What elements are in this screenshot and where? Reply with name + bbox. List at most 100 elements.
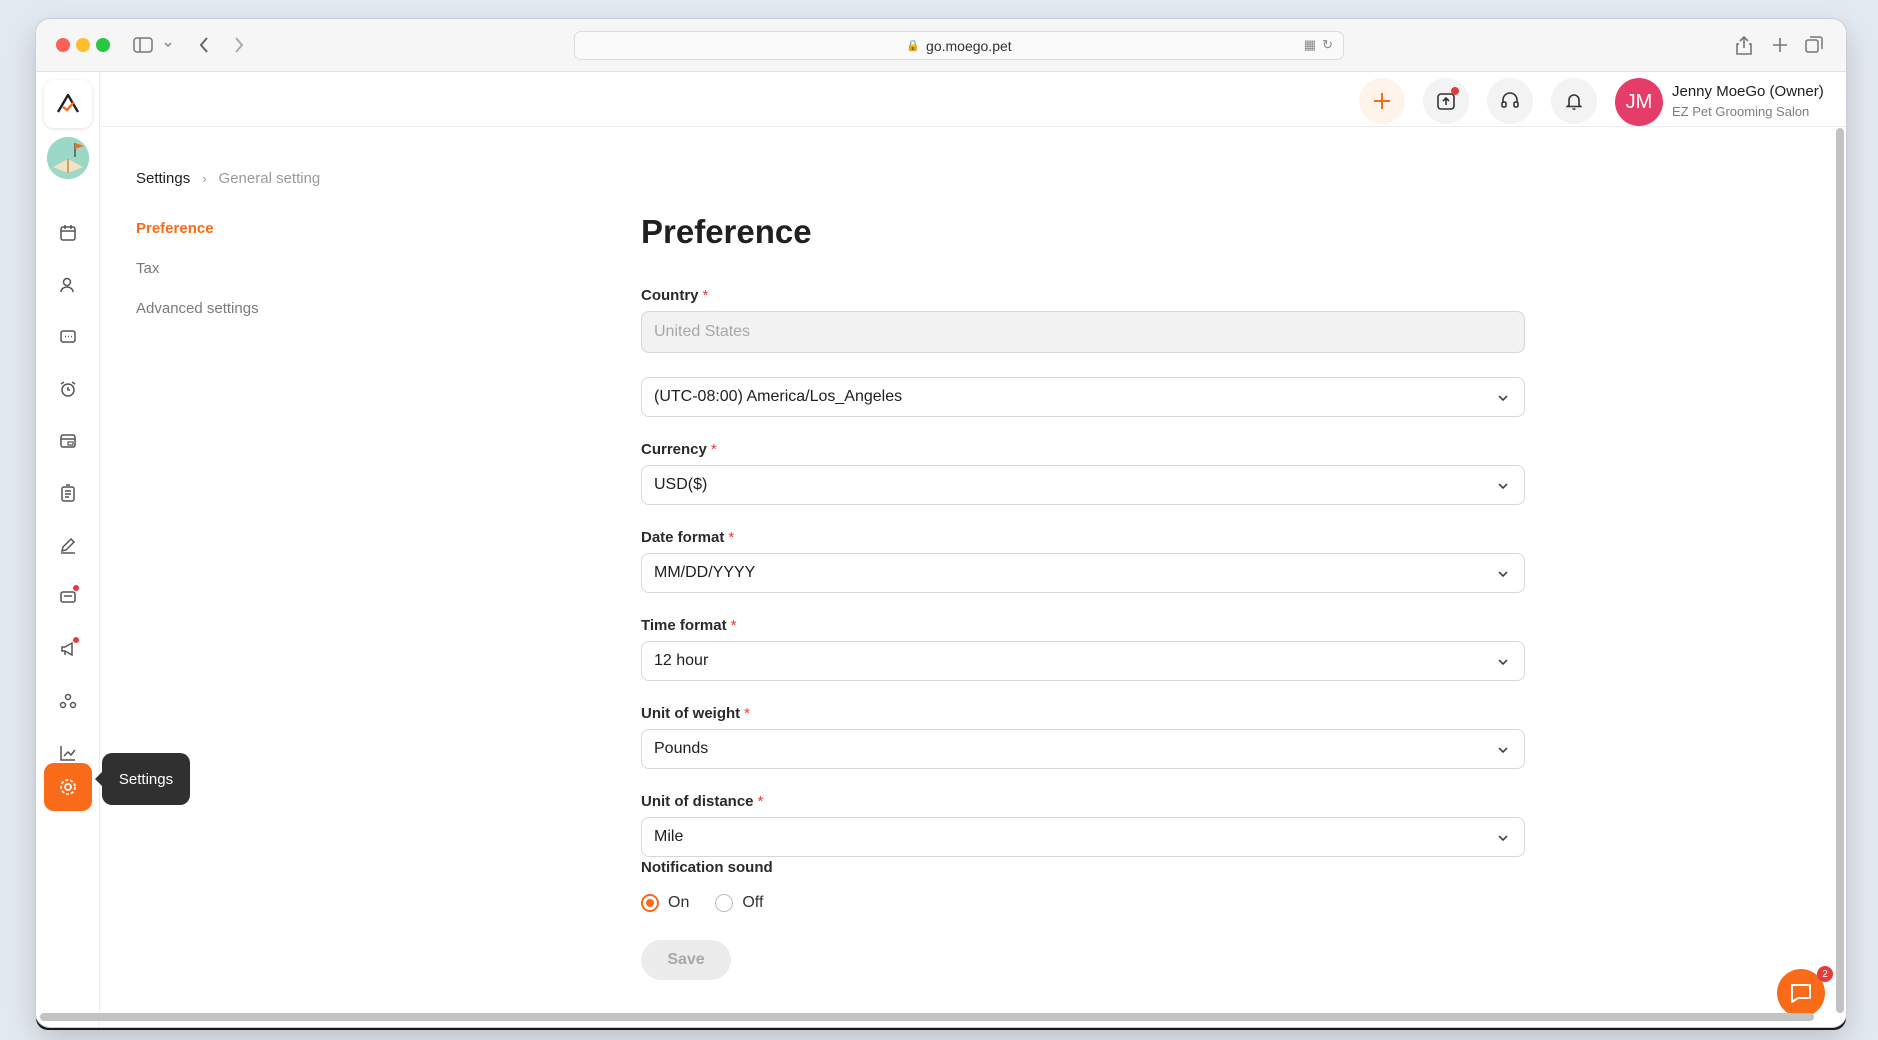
business-avatar[interactable] — [47, 137, 89, 179]
sound-off-label[interactable]: Off — [742, 894, 763, 912]
upload-button[interactable] — [1423, 78, 1469, 124]
breadcrumb-general-setting: General setting — [218, 170, 321, 187]
user-name[interactable]: Jenny MoeGo (Owner) — [1672, 83, 1824, 100]
notification-dot — [72, 636, 80, 644]
close-window-button[interactable] — [56, 38, 70, 52]
currency-value: USD($) — [654, 476, 708, 493]
back-icon[interactable] — [196, 33, 212, 57]
time-format-select[interactable]: 12 hour — [641, 641, 1525, 681]
required-marker: * — [744, 705, 750, 722]
chevron-down-icon — [1496, 390, 1510, 408]
chevron-down-icon — [1496, 478, 1510, 496]
time-format-label: Time format * — [641, 617, 736, 634]
messages-icon[interactable] — [48, 317, 88, 357]
timezone-select[interactable]: (UTC-08:00) America/Los_Angeles — [641, 377, 1525, 417]
chevron-down-icon — [1496, 830, 1510, 848]
currency-select[interactable]: USD($) — [641, 465, 1525, 505]
currency-label: Currency * — [641, 441, 717, 458]
subnav-item-preference[interactable]: Preference — [136, 209, 259, 249]
headset-icon — [1501, 92, 1519, 108]
calendar-icon[interactable] — [48, 213, 88, 253]
reports-clipboard-icon[interactable] — [48, 473, 88, 513]
time-format-value: 12 hour — [654, 652, 709, 669]
notifications-button[interactable] — [1551, 78, 1597, 124]
currency-label-text: Currency — [641, 441, 707, 458]
required-marker: * — [702, 287, 709, 304]
address-bar[interactable]: 🔒 go.moego.pet ▦ ↻ — [574, 31, 1344, 60]
forward-icon[interactable] — [231, 33, 247, 57]
time-format-label-text: Time format — [641, 617, 727, 634]
date-format-label-text: Date format — [641, 529, 725, 546]
chat-icon — [1791, 984, 1811, 1003]
distance-unit-value: Mile — [654, 828, 684, 845]
moego-logo[interactable] — [44, 80, 92, 128]
notification-dot — [72, 584, 80, 592]
retail-icon[interactable] — [48, 577, 88, 617]
chevron-down-icon[interactable] — [162, 33, 174, 57]
plus-icon — [1374, 93, 1390, 109]
sound-on-label[interactable]: On — [668, 894, 689, 912]
subnav-item-tax[interactable]: Tax — [136, 249, 259, 289]
marketing-icon[interactable] — [48, 629, 88, 669]
distance-unit-label: Unit of distance * — [641, 793, 763, 810]
top-bar: JM Jenny MoeGo (Owner) EZ Pet Grooming S… — [101, 72, 1846, 127]
share-icon[interactable] — [1734, 33, 1754, 57]
timezone-value: (UTC-08:00) America/Los_Angeles — [654, 388, 903, 405]
address-text: go.moego.pet — [926, 37, 1012, 54]
notification-dot — [1451, 87, 1459, 95]
bell-icon — [1565, 94, 1583, 110]
save-button[interactable]: Save — [641, 940, 731, 980]
sound-off-radio[interactable] — [715, 894, 734, 912]
settings-tooltip: Settings — [95, 753, 190, 805]
chevron-down-icon — [1496, 742, 1510, 760]
user-avatar[interactable]: JM — [1615, 78, 1663, 126]
required-marker: * — [710, 441, 717, 458]
payments-icon[interactable] — [48, 421, 88, 461]
vertical-scrollbar[interactable] — [1836, 128, 1844, 1013]
quick-add-button[interactable] — [1359, 78, 1405, 124]
reload-icon[interactable]: ↻ — [1322, 37, 1333, 53]
subnav-item-advanced-settings[interactable]: Advanced settings — [136, 289, 259, 329]
horizontal-scrollbar[interactable] — [40, 1013, 1814, 1021]
gear-icon — [60, 779, 76, 795]
main-sidebar: Settings — [36, 72, 190, 1027]
chevron-right-icon: › — [202, 171, 207, 186]
chevron-down-icon — [1496, 654, 1510, 672]
clients-icon[interactable] — [48, 265, 88, 305]
services-icon[interactable] — [48, 681, 88, 721]
chat-unread-badge: 2 — [1817, 966, 1833, 982]
minimize-window-button[interactable] — [76, 38, 90, 52]
weight-unit-value: Pounds — [654, 740, 709, 757]
support-button[interactable] — [1487, 78, 1533, 124]
browser-window: 🔒 go.moego.pet ▦ ↻ Settings JM Jenny Moe… — [36, 19, 1846, 1027]
maximize-window-button[interactable] — [96, 38, 110, 52]
country-field[interactable]: United States — [641, 311, 1525, 353]
translate-icon[interactable]: ▦ — [1304, 37, 1316, 53]
notification-sound-label: Notification sound — [641, 859, 773, 876]
date-format-select[interactable]: MM/DD/YYYY — [641, 553, 1525, 593]
settings-subnav: Preference Tax Advanced settings — [136, 209, 259, 329]
user-org: EZ Pet Grooming Salon — [1672, 104, 1810, 119]
country-value: United States — [654, 323, 751, 340]
weight-unit-label: Unit of weight * — [641, 705, 750, 722]
breadcrumb: Settings › General setting — [136, 170, 320, 187]
tab-overview-icon[interactable] — [1804, 33, 1824, 57]
date-format-label: Date format * — [641, 529, 734, 546]
required-marker: * — [757, 793, 764, 810]
chevron-down-icon — [1496, 566, 1510, 584]
distance-unit-select[interactable]: Mile — [641, 817, 1525, 857]
sound-on-radio[interactable] — [641, 894, 659, 912]
sidebar-toggle-icon[interactable] — [132, 33, 154, 57]
weight-unit-select[interactable]: Pounds — [641, 729, 1525, 769]
browser-titlebar: 🔒 go.moego.pet ▦ ↻ — [36, 19, 1846, 72]
edit-icon[interactable] — [48, 525, 88, 565]
country-label-text: Country — [641, 287, 699, 304]
required-marker: * — [730, 617, 737, 634]
required-marker: * — [728, 529, 735, 546]
weight-unit-label-text: Unit of weight — [641, 705, 741, 722]
settings-nav-button[interactable] — [44, 763, 92, 811]
notification-sound-radio-group: On Off — [641, 894, 763, 912]
new-tab-icon[interactable] — [1770, 33, 1790, 57]
breadcrumb-settings[interactable]: Settings — [136, 170, 190, 187]
alarm-icon[interactable] — [48, 369, 88, 409]
